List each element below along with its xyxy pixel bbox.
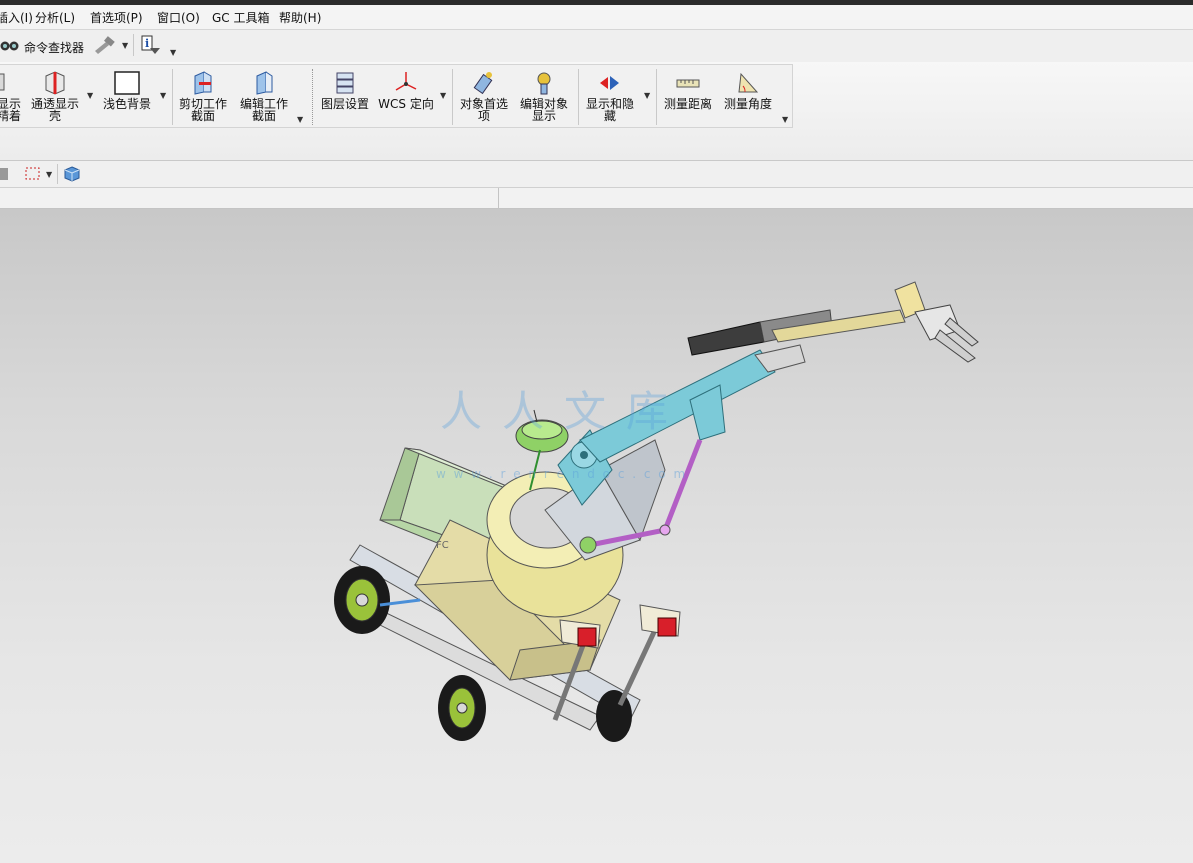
selection-toolbar: ▼ bbox=[0, 161, 1193, 188]
menu-preferences[interactable]: 首选项(P) bbox=[90, 9, 143, 26]
edit-object-display-icon bbox=[531, 70, 557, 96]
binoculars-icon[interactable] bbox=[0, 38, 20, 55]
svg-text:i: i bbox=[145, 37, 149, 50]
chevron-down-icon[interactable]: ▼ bbox=[46, 170, 52, 179]
display-icon bbox=[0, 70, 22, 96]
show-hide-label: 显示和隐 藏 bbox=[585, 97, 634, 123]
chevron-down-icon[interactable]: ▼ bbox=[122, 41, 128, 50]
wcs-orient-label: WCS 定向 bbox=[378, 97, 434, 111]
graphics-tab-strip bbox=[0, 188, 1193, 209]
clip-section-button[interactable]: 剪切工作 截面 bbox=[176, 70, 230, 122]
command-finder-label[interactable]: 命令查找器 bbox=[24, 39, 84, 56]
chevron-down-icon[interactable]: ▼ bbox=[87, 91, 93, 100]
chevron-down-icon[interactable]: ▼ bbox=[440, 91, 446, 100]
upper-arm bbox=[579, 349, 776, 463]
layer-settings-button[interactable]: 图层设置 bbox=[318, 70, 372, 110]
menu-gc-toolbox[interactable]: GC 工具箱 bbox=[212, 9, 270, 26]
clip-section-icon bbox=[190, 70, 216, 96]
ribbon-separator bbox=[656, 69, 657, 125]
forearm bbox=[771, 281, 926, 343]
ribbon-separator bbox=[578, 69, 579, 125]
edit-section-icon bbox=[251, 70, 277, 96]
show-hide-button[interactable]: 显示和隐 藏 bbox=[582, 70, 638, 122]
watermark-url: w w w . r e n r e n d o c . c o m bbox=[436, 467, 688, 481]
menu-bar: 插入(I) 分析(L) 首选项(P) 窗口(O) GC 工具箱 帮助(H) bbox=[0, 5, 1193, 30]
measure-angle-button[interactable]: 测量角度 bbox=[720, 70, 776, 110]
info-icon[interactable]: i bbox=[140, 34, 164, 61]
gripper bbox=[914, 304, 979, 363]
quick-access-bar: 命令查找器 ▼ i ▼ bbox=[0, 30, 1193, 62]
edit-object-display-label: 编辑对象 显示 bbox=[519, 97, 568, 123]
edit-section-button[interactable]: 编辑工作 截面 bbox=[237, 70, 291, 122]
chevron-down-icon[interactable]: ▼ bbox=[297, 115, 303, 124]
ribbon-separator bbox=[172, 69, 173, 125]
ribbon-panel-view: 显示 精着 通透显示 壳 ▼ 浅色背景 ▼ 剪切工作 截面 编辑工作 截面 ▼ … bbox=[0, 64, 793, 128]
measure-distance-button[interactable]: 测量距离 bbox=[660, 70, 716, 110]
object-preferences-button[interactable]: 对象首选 项 bbox=[456, 70, 512, 122]
chevron-down-icon[interactable]: ▼ bbox=[160, 91, 166, 100]
chevron-down-icon[interactable]: ▼ bbox=[170, 48, 176, 57]
rear-wheel bbox=[334, 566, 390, 634]
ribbon: 显示 精着 通透显示 壳 ▼ 浅色背景 ▼ 剪切工作 截面 编辑工作 截面 ▼ … bbox=[0, 62, 1193, 161]
wcs-orient-button[interactable]: WCS 定向 bbox=[378, 70, 434, 110]
wcs-orient-icon bbox=[393, 70, 419, 96]
light-background-label: 浅色背景 bbox=[102, 97, 151, 111]
ribbon-separator bbox=[452, 69, 453, 125]
robot-model: FC bbox=[334, 281, 979, 742]
edit-section-label: 编辑工作 截面 bbox=[239, 97, 288, 123]
menu-insert[interactable]: 插入(I) bbox=[0, 9, 33, 26]
transparent-shell-button[interactable]: 通透显示 壳 bbox=[28, 70, 82, 122]
selection-box-icon[interactable] bbox=[24, 166, 42, 185]
measure-angle-icon bbox=[735, 70, 761, 96]
front-wheel bbox=[438, 675, 486, 741]
measure-angle-label: 测量角度 bbox=[723, 97, 772, 111]
show-hide-icon bbox=[597, 70, 623, 96]
chevron-down-icon[interactable]: ▼ bbox=[782, 115, 788, 124]
part-label: FC bbox=[436, 540, 449, 551]
edit-object-display-button[interactable]: 编辑对象 显示 bbox=[516, 70, 572, 122]
transparent-shell-label: 通透显示 壳 bbox=[30, 97, 79, 123]
layer-settings-icon bbox=[332, 70, 358, 96]
clip-section-label: 剪切工作 截面 bbox=[178, 97, 227, 123]
chevron-down-icon[interactable]: ▼ bbox=[644, 91, 650, 100]
object-preferences-icon bbox=[471, 70, 497, 96]
menu-help[interactable]: 帮助(H) bbox=[279, 9, 321, 26]
light-background-button[interactable]: 浅色背景 bbox=[100, 70, 154, 110]
hammer-icon[interactable] bbox=[92, 36, 116, 59]
object-preferences-label: 对象首选 项 bbox=[459, 97, 508, 123]
menu-analysis[interactable]: 分析(L) bbox=[35, 9, 75, 26]
transparent-shell-icon bbox=[42, 70, 68, 96]
graphics-viewport[interactable]: FC 人人文库 w w w . r e n r e n d o c . c o … bbox=[0, 209, 1193, 863]
display-label: 显示 精着 bbox=[0, 97, 21, 123]
display-button[interactable]: 显示 精着 bbox=[0, 70, 26, 122]
ribbon-separator bbox=[312, 69, 314, 125]
light-background-icon bbox=[114, 70, 140, 96]
cube-icon[interactable] bbox=[63, 165, 81, 186]
menu-window[interactable]: 窗口(O) bbox=[157, 9, 200, 26]
filter-icon[interactable] bbox=[0, 166, 12, 185]
measure-distance-icon bbox=[675, 70, 701, 96]
measure-distance-label: 测量距离 bbox=[663, 97, 712, 111]
layer-settings-label: 图层设置 bbox=[320, 97, 369, 111]
